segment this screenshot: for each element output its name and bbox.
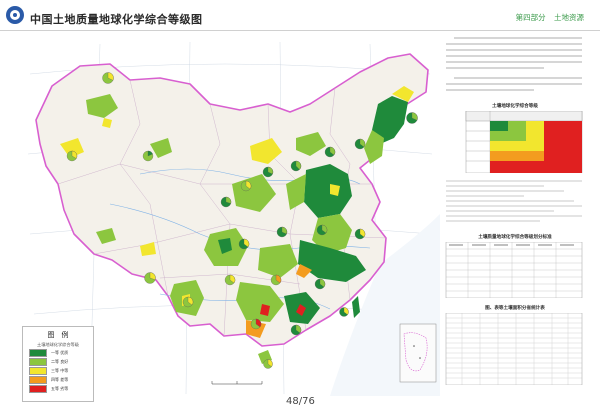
grade-notes <box>446 180 582 222</box>
right-text-column: 土壤地球化学综合等级 土壤质量地球化学综合等级划分标准 图、表等土壤面积分省统计… <box>444 34 586 394</box>
legend-item: 三等 中等 <box>29 366 93 375</box>
scale-bar <box>211 381 263 385</box>
section-nav: 第四部分 土地资源 <box>510 12 584 23</box>
header-divider <box>0 30 600 31</box>
map-legend: 图 例 土壤地球化学综合等级 一等 优质 二等 良好 三等 中等 四等 差等 五… <box>22 326 94 402</box>
legend-item: 二等 良好 <box>29 357 93 366</box>
quality-grade-matrix <box>465 110 583 174</box>
table1-title: 土壤地球化学综合等级 <box>492 104 538 109</box>
atlas-page: 中国土地质量地球化学综合等级图 第四部分 土地资源 图 例 土壤地球化学综合等级… <box>0 0 600 414</box>
legend-item: 五等 劣等 <box>29 384 93 393</box>
table2-title: 土壤质量地球化学综合等级划分标准 <box>478 235 552 240</box>
legend-item: 一等 优质 <box>29 348 93 357</box>
table3-title: 图、表等土壤面积分省统计表 <box>485 306 545 311</box>
section-topic[interactable]: 土地资源 <box>554 13 584 22</box>
grade-standard-table <box>445 241 583 299</box>
south-china-sea-inset <box>399 323 437 383</box>
page-title: 中国土地质量地球化学综合等级图 <box>30 13 203 26</box>
intro-paragraph <box>446 37 582 91</box>
atlas-logo-icon <box>6 6 24 24</box>
province-area-table <box>445 312 583 386</box>
legend-item: 四等 差等 <box>29 375 93 384</box>
legend-title: 图 例 <box>47 331 69 339</box>
section-part[interactable]: 第四部分 <box>516 13 546 22</box>
page-indicator: 48/76 <box>286 396 315 407</box>
